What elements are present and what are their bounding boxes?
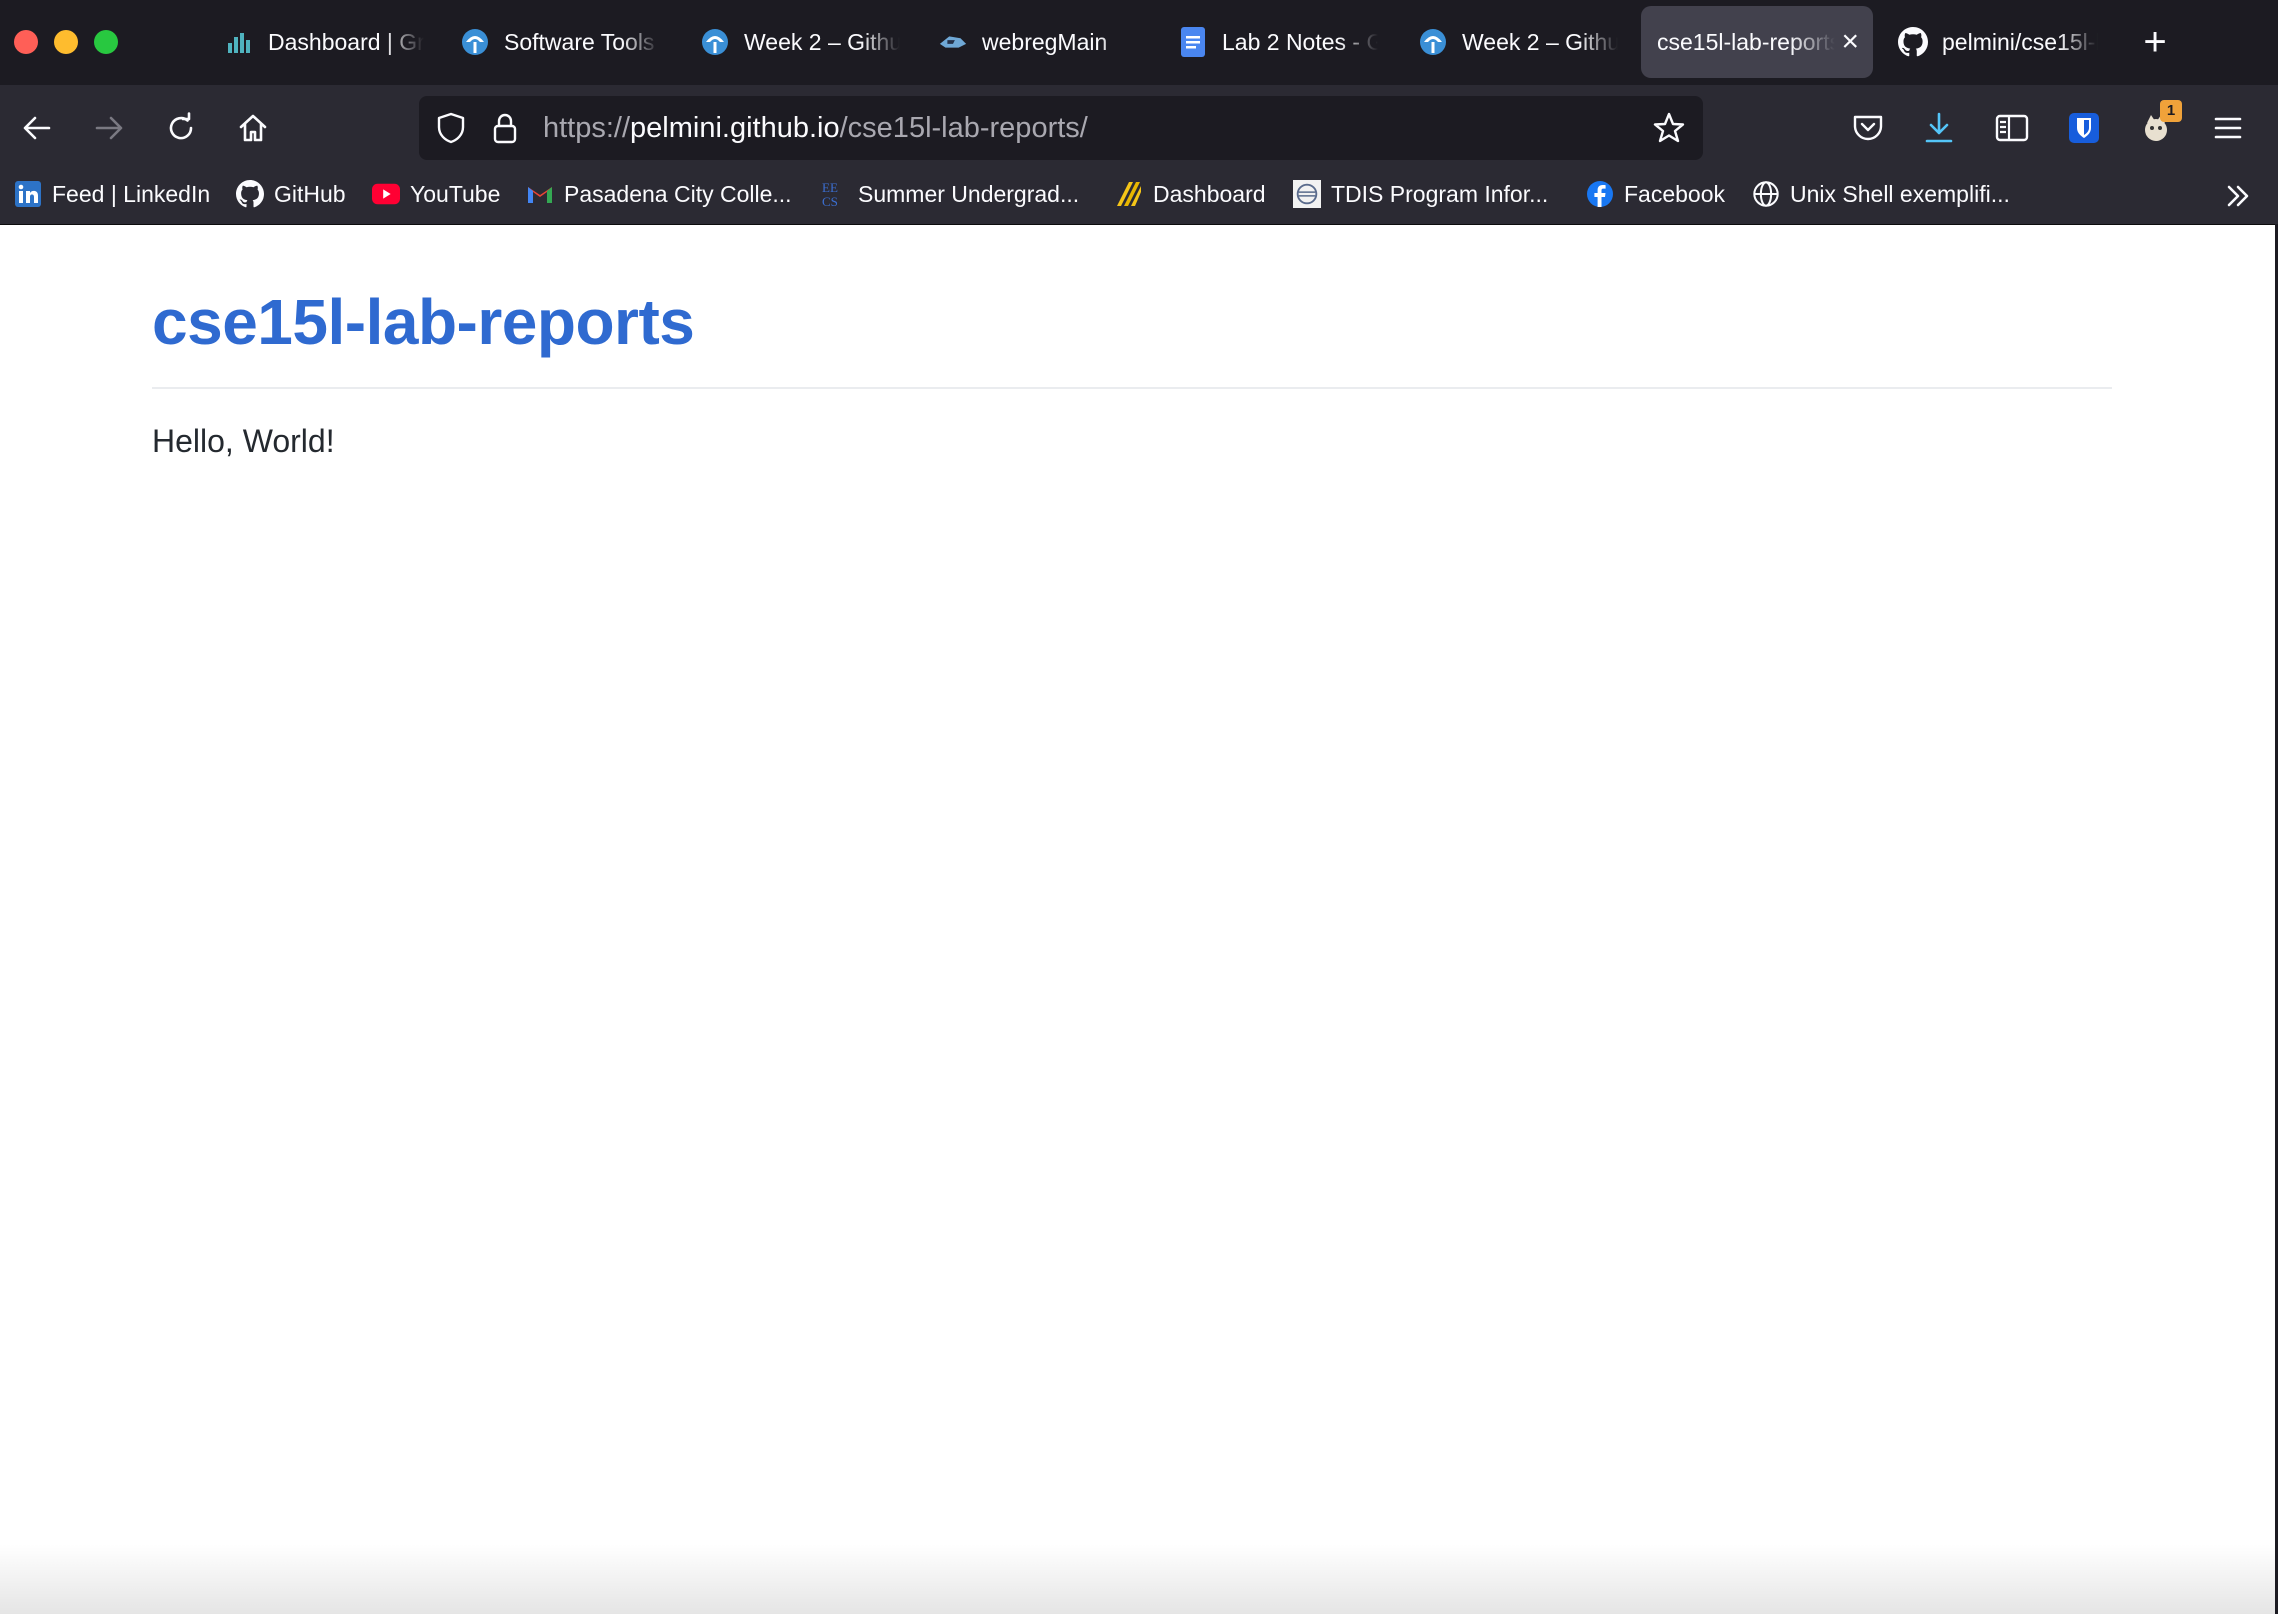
svg-text:CS: CS	[822, 194, 838, 209]
url-path: /cse15l-lab-reports/	[839, 112, 1088, 144]
facebook-icon	[1586, 180, 1614, 208]
bookmark-linkedin[interactable]: Feed | LinkedIn	[14, 172, 210, 216]
tab-label: Week 2 – Github	[744, 28, 900, 55]
lock-icon[interactable]	[487, 110, 523, 146]
url-host: pelmini.github.io	[630, 112, 840, 144]
ucsd-triton-icon	[460, 27, 490, 57]
tdis-icon	[1293, 180, 1321, 208]
bitwarden-icon	[2069, 113, 2099, 143]
notification-badge: 1	[2160, 100, 2182, 122]
app-menu-button[interactable]	[2206, 106, 2250, 150]
tab-label: Week 2 – Github	[1462, 28, 1618, 55]
url-text[interactable]: https://pelmini.github.io/cse15l-lab-rep…	[543, 96, 1088, 160]
arrow-right-icon	[95, 116, 123, 140]
bookmarks-overflow-button[interactable]	[2218, 176, 2258, 216]
svg-text:EE: EE	[822, 180, 838, 195]
download-icon	[1925, 112, 1953, 143]
zoom-window-button[interactable]	[94, 30, 118, 54]
tab-week2-github[interactable]: Week 2 – Github	[682, 6, 900, 78]
url-scheme: https://	[543, 112, 631, 144]
ucsd-triton-icon	[700, 27, 730, 57]
reload-button[interactable]	[156, 103, 206, 153]
tab-label: webregMain	[982, 28, 1108, 55]
bookmark-dashboard[interactable]: Dashboard	[1115, 172, 1266, 216]
github-icon	[236, 180, 264, 208]
home-icon	[239, 114, 267, 142]
tab-github-repo[interactable]: pelmini/cse15l-lab-reports	[1880, 6, 2098, 78]
bitwarden-extension-button[interactable]	[2062, 106, 2106, 150]
reload-icon	[169, 112, 193, 140]
linkedin-icon	[14, 180, 42, 208]
bookmark-label: Pasadena City Colle...	[564, 180, 792, 207]
bookmark-label: YouTube	[410, 180, 501, 207]
tab-strip: Dashboard | Gradescope Software Tools We…	[0, 0, 2278, 85]
bookmark-label: TDIS Program Infor...	[1331, 180, 1549, 207]
bookmarks-toolbar: Feed | LinkedIn GitHub YouTube Pasadena …	[0, 172, 2278, 225]
downloads-button[interactable]	[1917, 106, 1961, 150]
tab-lab2-notes[interactable]: Lab 2 Notes - Google Docs	[1160, 6, 1378, 78]
addon-extension-button[interactable]: 1	[2134, 100, 2182, 150]
home-button[interactable]	[228, 103, 278, 153]
bookmark-label: Summer Undergrad...	[858, 180, 1080, 207]
tab-gradescope-dashboard[interactable]: Dashboard | Gradescope	[206, 6, 424, 78]
tab-software-tools[interactable]: Software Tools	[442, 6, 660, 78]
pocket-icon	[1853, 115, 1883, 141]
tab-cse15l-lab-reports[interactable]: cse15l-lab-reports ×	[1641, 6, 1873, 78]
new-tab-button[interactable]: +	[2135, 18, 2175, 66]
bookmark-unix-shell[interactable]: Unix Shell exemplifi...	[1752, 172, 2010, 216]
hamburger-menu-icon	[2214, 117, 2242, 139]
bookmark-summer-undergrad[interactable]: EE CS Summer Undergrad...	[820, 172, 1079, 216]
close-tab-icon[interactable]: ×	[1841, 27, 1859, 57]
google-docs-icon	[1178, 27, 1208, 57]
bookmark-label: Feed | LinkedIn	[52, 180, 211, 207]
bar-chart-icon	[224, 27, 254, 57]
back-button[interactable]	[12, 103, 62, 153]
bookmark-github[interactable]: GitHub	[236, 172, 346, 216]
minimize-window-button[interactable]	[54, 30, 78, 54]
canvas-dashboard-icon	[1115, 180, 1143, 208]
forward-button[interactable]	[84, 103, 134, 153]
chevron-double-right-icon	[2227, 185, 2249, 207]
webreg-icon	[938, 27, 968, 57]
bookmark-star-icon[interactable]	[1651, 110, 1687, 146]
tab-webregmain[interactable]: webregMain	[920, 6, 1138, 78]
sidebar-button[interactable]	[1990, 106, 2034, 150]
bookmark-pasadena[interactable]: Pasadena City Colle...	[526, 172, 792, 216]
eecs-icon: EE CS	[820, 180, 848, 209]
tab-label: cse15l-lab-reports	[1657, 28, 1836, 55]
sidebar-icon	[1995, 114, 2029, 142]
url-bar[interactable]: https://pelmini.github.io/cse15l-lab-rep…	[419, 96, 1703, 160]
window-shadow	[0, 1544, 2278, 1614]
tracking-shield-icon[interactable]	[433, 110, 469, 146]
bookmark-youtube[interactable]: YouTube	[372, 172, 500, 216]
globe-icon	[1752, 180, 1780, 208]
youtube-icon	[372, 180, 400, 208]
page-viewport: cse15l-lab-reports Hello, World!	[0, 225, 2278, 1614]
tab-week2-github-2[interactable]: Week 2 – Github	[1400, 6, 1618, 78]
github-icon	[1898, 27, 1928, 57]
tab-label: pelmini/cse15l-lab-reports	[1942, 28, 2098, 55]
tab-label: Dashboard | Gradescope	[268, 28, 424, 55]
bookmark-label: Facebook	[1624, 180, 1726, 207]
bookmark-tdis[interactable]: TDIS Program Infor...	[1293, 172, 1548, 216]
bookmark-label: Unix Shell exemplifi...	[1790, 180, 2010, 207]
bookmark-label: Dashboard	[1153, 180, 1266, 207]
page-title[interactable]: cse15l-lab-reports	[152, 285, 695, 359]
tab-label: Lab 2 Notes - Google Docs	[1222, 28, 1378, 55]
bookmark-facebook[interactable]: Facebook	[1586, 172, 1725, 216]
navigation-toolbar: https://pelmini.github.io/cse15l-lab-rep…	[0, 85, 2278, 172]
pocket-button[interactable]	[1846, 106, 1890, 150]
page-body-text: Hello, World!	[152, 423, 335, 459]
ucsd-triton-icon	[1418, 27, 1448, 57]
gmail-icon	[526, 180, 554, 208]
close-window-button[interactable]	[14, 30, 38, 54]
tab-label: Software Tools	[504, 28, 655, 55]
title-divider	[152, 387, 2112, 389]
arrow-left-icon	[23, 116, 51, 140]
bookmark-label: GitHub	[274, 180, 346, 207]
